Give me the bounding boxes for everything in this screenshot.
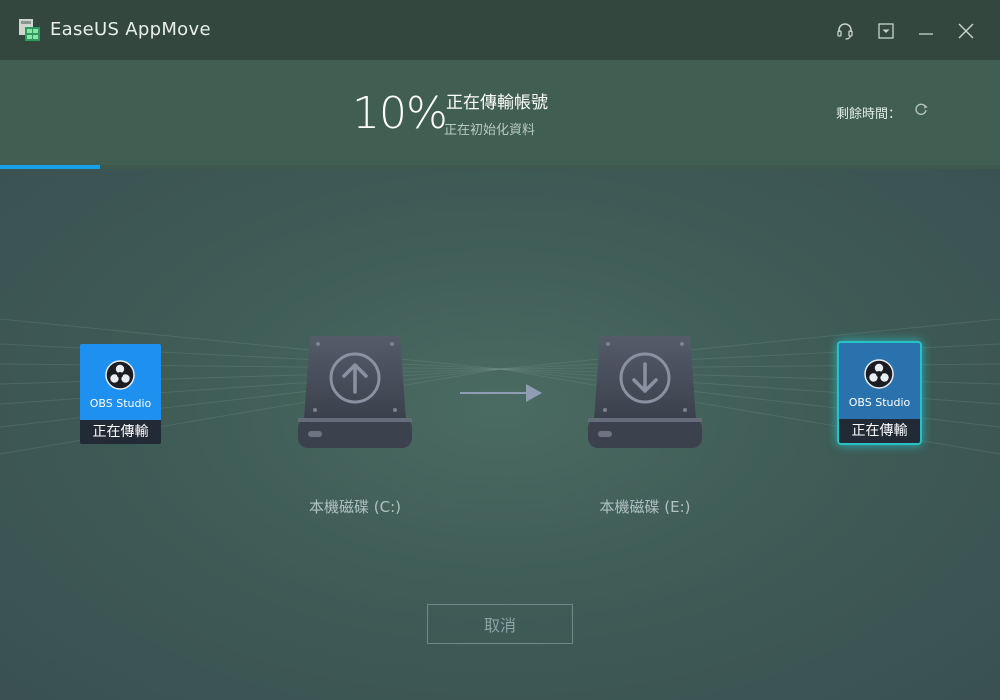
- cancel-button[interactable]: 取消: [427, 604, 573, 644]
- target-app-status: 正在傳輸: [839, 419, 920, 443]
- obs-icon: [105, 360, 135, 390]
- progress-substatus: 正在初始化資料: [444, 123, 536, 138]
- app-logo-icon: [19, 19, 40, 41]
- menu-dropdown-icon: [878, 23, 894, 39]
- download-drive-icon: [588, 336, 702, 448]
- target-drive-label: 本機磁碟 (E:): [599, 498, 691, 516]
- support-icon: [837, 23, 853, 40]
- minimize-icon: [919, 33, 933, 35]
- minimize-button[interactable]: [915, 20, 937, 42]
- progress-status: 正在傳輸帳號: [446, 93, 548, 113]
- close-button[interactable]: [955, 20, 977, 42]
- spinner-icon: [915, 103, 928, 115]
- obs-icon: [864, 359, 894, 389]
- source-drive-label: 本機磁碟 (C:): [309, 498, 401, 516]
- target-app-name: OBS Studio: [848, 396, 911, 409]
- progress-percent: 10%: [352, 88, 448, 139]
- support-button[interactable]: [834, 20, 856, 42]
- source-app-tile: OBS Studio: [80, 344, 161, 420]
- target-app-card: OBS Studio 正在傳輸: [839, 343, 920, 443]
- transfer-area: OBS Studio 正在傳輸 本機磁碟 (C:) 本機磁碟 (E:) OBS …: [0, 169, 1000, 700]
- app-title: EaseUS AppMove: [50, 19, 211, 40]
- close-icon: [958, 23, 974, 39]
- remaining-time-label: 剩餘時間：: [836, 107, 902, 122]
- source-app-name: OBS Studio: [89, 397, 152, 410]
- arrow-right-icon: [460, 384, 542, 402]
- target-app-tile: OBS Studio: [839, 343, 920, 419]
- title-bar: EaseUS AppMove: [0, 0, 1000, 60]
- source-app-status: 正在傳輸: [80, 420, 161, 444]
- upload-drive-icon: [298, 336, 412, 448]
- menu-button[interactable]: [875, 20, 897, 42]
- source-app-card: OBS Studio 正在傳輸: [80, 344, 161, 444]
